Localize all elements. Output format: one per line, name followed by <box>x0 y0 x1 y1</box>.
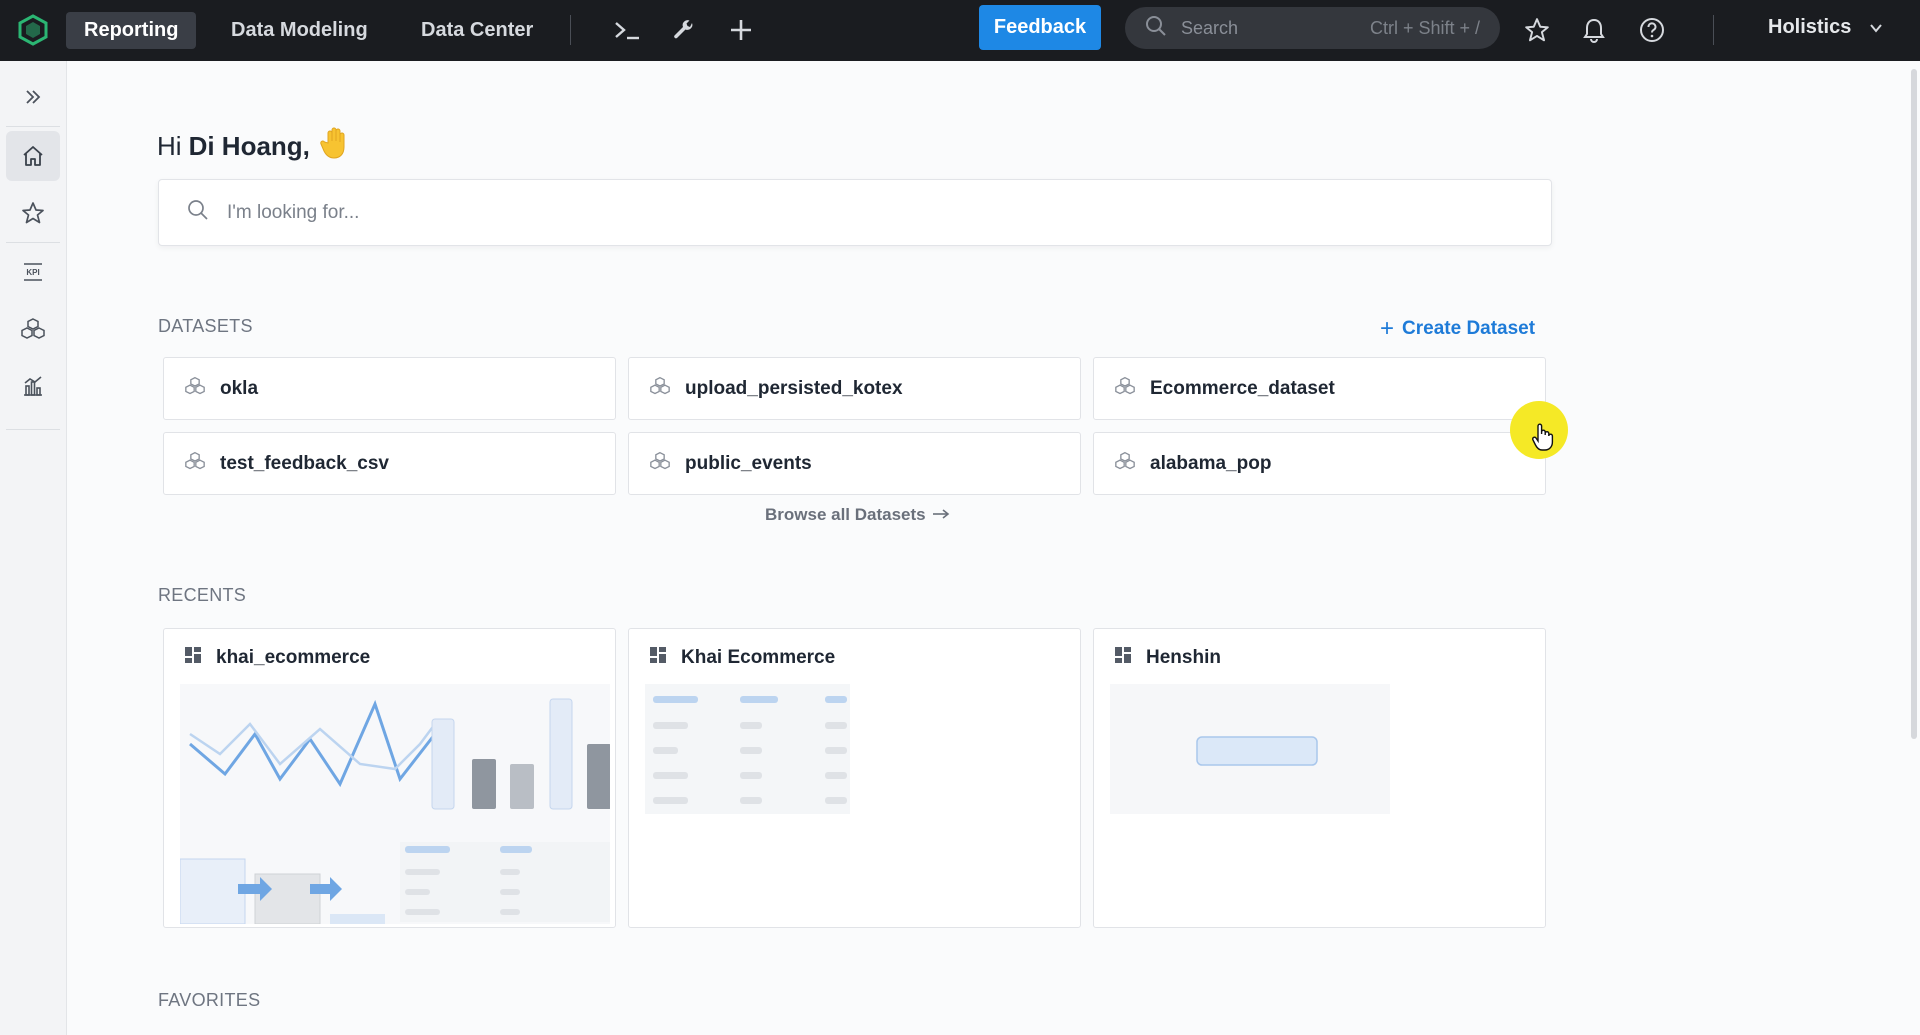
dataset-card[interactable]: Ecommerce_dataset <box>1093 357 1546 420</box>
terminal-icon[interactable] <box>611 14 643 46</box>
sidebar-divider <box>6 429 60 430</box>
dashboard-icon <box>649 646 667 669</box>
browse-all-datasets-link[interactable]: Browse all Datasets <box>765 505 950 525</box>
dataset-name: upload_persisted_kotex <box>685 377 903 399</box>
dataset-card[interactable]: upload_persisted_kotex <box>628 357 1081 420</box>
recent-card[interactable]: khai_ecommerce <box>163 628 616 928</box>
org-divider <box>1713 15 1714 45</box>
dataset-name: okla <box>220 377 259 399</box>
dataset-card[interactable]: alabama_pop <box>1093 432 1546 495</box>
top-bar: Reporting Data Modeling Data Center Feed… <box>0 0 1920 61</box>
chevron-down-icon[interactable] <box>1868 20 1884 41</box>
browse-label: Browse all Datasets <box>765 505 926 524</box>
nav-data-center[interactable]: Data Center <box>403 12 551 49</box>
dashboard-icon <box>184 646 202 669</box>
dashboard-thumbnail <box>645 684 1075 927</box>
dataset-icon <box>1114 451 1136 476</box>
create-dataset-label: Create Dataset <box>1402 318 1536 339</box>
star-icon[interactable] <box>1521 14 1553 46</box>
dataset-name: public_events <box>685 452 812 474</box>
search-shortcut-hint: Ctrl + Shift + / <box>1369 17 1480 38</box>
dataset-icon <box>1114 376 1136 401</box>
dataset-card[interactable]: public_events <box>628 432 1081 495</box>
main-search-input[interactable] <box>158 179 1552 246</box>
plus-icon[interactable] <box>725 14 757 46</box>
page-scrollbar[interactable] <box>1908 61 1920 1035</box>
arrow-right-icon <box>932 505 950 525</box>
dashboard-thumbnail <box>1110 684 1540 927</box>
greeting: Hi Di Hoang, <box>157 125 354 168</box>
sidebar-divider <box>6 242 60 243</box>
kpi-icon[interactable]: KPI <box>6 247 60 297</box>
wrench-icon[interactable] <box>668 14 700 46</box>
recent-item-name: Khai Ecommerce <box>681 646 836 668</box>
greeting-prefix: Hi <box>157 131 182 161</box>
sidebar-divider <box>6 126 60 127</box>
dataset-icon[interactable] <box>6 304 60 354</box>
top-search-placeholder: Search <box>1181 17 1239 38</box>
recent-card-header: Khai Ecommerce <box>649 646 835 669</box>
recent-item-name: Henshin <box>1146 646 1221 668</box>
recent-card[interactable]: Khai Ecommerce <box>628 628 1081 928</box>
dataset-card[interactable]: test_feedback_csv <box>163 432 616 495</box>
dataset-icon <box>184 376 206 401</box>
help-icon[interactable] <box>1636 14 1668 46</box>
wave-hand-icon <box>318 125 354 168</box>
expand-icon[interactable] <box>6 72 60 122</box>
dataset-name: Ecommerce_dataset <box>1150 377 1335 399</box>
recent-item-name: khai_ecommerce <box>216 646 371 668</box>
holistics-logo-icon[interactable] <box>18 14 48 46</box>
datasets-section-title: DATASETS <box>158 316 253 336</box>
favorites-star-icon[interactable] <box>6 188 60 238</box>
recents-section-title: RECENTS <box>158 585 247 605</box>
recent-card-header: khai_ecommerce <box>184 646 370 669</box>
search-icon <box>187 199 209 226</box>
greeting-username: Di Hoang, <box>188 131 310 161</box>
favorites-section-title: FAVORITES <box>158 990 261 1010</box>
hand-pointer-icon <box>1531 423 1555 456</box>
main-search-field[interactable] <box>227 201 1427 224</box>
nav-data-modeling[interactable]: Data Modeling <box>213 12 386 49</box>
dashboard-thumbnail <box>179 684 611 927</box>
org-name[interactable]: Holistics <box>1768 16 1851 39</box>
feedback-button[interactable]: Feedback <box>979 5 1101 50</box>
chart-icon[interactable] <box>6 361 60 411</box>
scrollbar-thumb[interactable] <box>1911 69 1917 739</box>
dataset-icon <box>649 376 671 401</box>
home-icon[interactable] <box>6 131 60 181</box>
nav-divider <box>570 15 571 45</box>
create-dataset-button[interactable]: + Create Dataset <box>1380 315 1535 343</box>
dataset-icon <box>649 451 671 476</box>
recent-card[interactable]: Henshin <box>1093 628 1546 928</box>
plus-icon: + <box>1380 315 1395 342</box>
nav-reporting[interactable]: Reporting <box>66 12 197 49</box>
dataset-card[interactable]: okla <box>163 357 616 420</box>
dataset-name: test_feedback_csv <box>220 452 389 474</box>
search-icon <box>1145 15 1167 42</box>
dataset-name: alabama_pop <box>1150 452 1272 474</box>
top-search-input[interactable]: Search Ctrl + Shift + / <box>1125 7 1500 49</box>
recent-card-header: Henshin <box>1114 646 1221 669</box>
dashboard-icon <box>1114 646 1132 669</box>
svg-text:KPI: KPI <box>26 268 39 277</box>
dataset-icon <box>184 451 206 476</box>
left-sidebar: KPI <box>0 61 67 1035</box>
bell-icon[interactable] <box>1578 14 1610 46</box>
